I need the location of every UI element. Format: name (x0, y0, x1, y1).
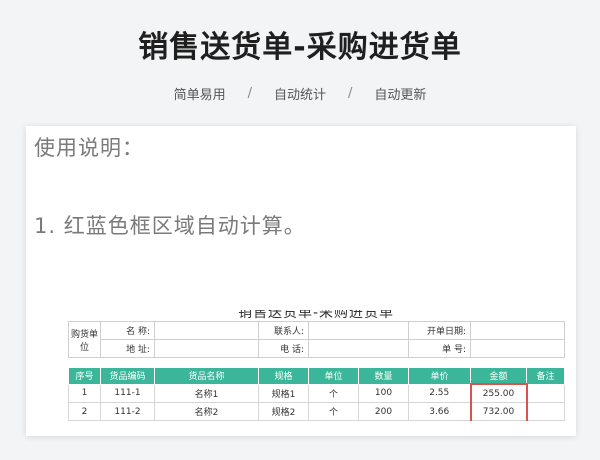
date-value (470, 321, 565, 340)
date-label: 开单日期: (408, 321, 471, 340)
info-row: 购货单位 名 称: 联系人: 开单日期: (68, 321, 565, 358)
invoice-items-table: 序号 货品编码 货品名称 规格 单位 数量 单价 金额 备注 1 111-1 名… (68, 367, 565, 421)
info-row: 地 址: 电 话: 单 号: (69, 339, 565, 358)
tag-easy-to-use: 简单易用 (173, 88, 226, 103)
header-name: 货品名称 (154, 367, 259, 385)
cell-quantity: 200 (358, 402, 409, 421)
header-spec: 规格 (258, 367, 309, 385)
tag-auto-statistics: 自动统计 (273, 88, 326, 103)
header-amount: 金额 (470, 367, 527, 385)
number-value (470, 339, 565, 358)
usage-title: 使用说明： (34, 136, 144, 160)
cell-spec: 规格1 (258, 383, 309, 403)
name-label: 名 称: (100, 321, 155, 340)
header-index: 序号 (68, 367, 101, 385)
header-remark: 备注 (526, 367, 565, 385)
cell-price: 2.55 (408, 383, 471, 403)
cell-quantity: 100 (358, 383, 409, 403)
invoice-title: 销售送货单-采购进货单 (66, 310, 566, 320)
header-code: 货品编码 (100, 367, 155, 385)
address-label: 地 址: (100, 339, 155, 358)
tag-separator: / (247, 86, 252, 101)
cell-unit: 个 (308, 383, 359, 403)
cell-spec: 规格2 (258, 402, 309, 421)
invoice-document: 销售送货单-采购进货单 购货单位 名 称: 联系人: 开单日期: 地 址: 电 … (66, 310, 566, 436)
cell-amount: 732.00 (469, 402, 528, 421)
table-row: 2 111-2 名称2 规格2 个 200 3.66 732.00 (68, 402, 565, 421)
page-title: 销售送货单-采购进货单 (138, 30, 462, 65)
invoice-info-table: 购货单位 名 称: 联系人: 开单日期: 地 址: 电 话: 单 号: (68, 321, 565, 358)
tag-separator: / (348, 86, 353, 101)
contact-value (308, 321, 409, 340)
name-value (154, 321, 259, 340)
cell-name: 名称1 (154, 383, 259, 403)
cell-remark (526, 383, 565, 403)
cell-name: 名称2 (154, 402, 259, 421)
contact-label: 联系人: (258, 321, 309, 340)
cell-amount: 255.00 (469, 383, 528, 403)
cell-unit: 个 (308, 402, 359, 421)
table-row: 1 111-1 名称1 规格1 个 100 2.55 255.00 (68, 383, 565, 403)
cell-code: 111-2 (100, 402, 155, 421)
address-value (154, 339, 259, 358)
header-price: 单价 (408, 367, 471, 385)
preview-card: 使用说明： 1. 红蓝色框区域自动计算。 销售送货单-采购进货单 购货单位 名 … (26, 126, 576, 436)
header-unit: 单位 (308, 367, 359, 385)
phone-label: 电 话: (258, 339, 309, 358)
buyer-label: 购货单位 (68, 321, 101, 358)
items-header-row: 序号 货品编码 货品名称 规格 单位 数量 单价 金额 备注 (68, 367, 565, 385)
cell-code: 111-1 (100, 383, 155, 403)
cell-index: 2 (68, 402, 101, 421)
header-quantity: 数量 (358, 367, 409, 385)
cell-price: 3.66 (408, 402, 471, 421)
usage-note: 1. 红蓝色框区域自动计算。 (34, 214, 306, 238)
cell-remark (526, 402, 565, 421)
invoice-title-text: 销售送货单-采购进货单 (237, 310, 395, 320)
phone-value (308, 339, 409, 358)
number-label: 单 号: (408, 339, 471, 358)
feature-tags: 简单易用 / 自动统计 / 自动更新 (0, 84, 600, 103)
cell-index: 1 (68, 383, 101, 403)
tag-auto-update: 自动更新 (374, 88, 427, 103)
